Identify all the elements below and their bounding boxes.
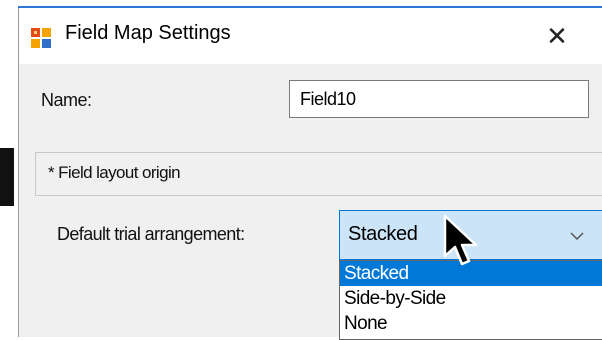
arrangement-dropdown-list: Stacked Side-by-Side None (339, 260, 602, 340)
mouse-cursor-icon (443, 214, 478, 266)
field-map-settings-dialog: Field Map Settings ✕ Name: * Field layou… (18, 8, 602, 340)
name-label: Name: (41, 90, 92, 110)
close-icon: ✕ (546, 21, 568, 51)
dropdown-option-none[interactable]: None (340, 311, 602, 336)
dropdown-option-side-by-side[interactable]: Side-by-Side (340, 286, 602, 311)
combobox-selected-value: Stacked (348, 223, 418, 245)
default-trial-arrangement-label: Default trial arrangement: (57, 224, 245, 244)
field-layout-origin-group: * Field layout origin (35, 152, 602, 196)
name-input[interactable] (289, 80, 589, 118)
title-bar[interactable]: Field Map Settings ✕ (19, 8, 602, 64)
field-layout-origin-label: * Field layout origin (48, 163, 181, 182)
close-button[interactable]: ✕ (527, 14, 587, 58)
dialog-title: Field Map Settings (65, 22, 231, 44)
chevron-down-icon[interactable] (568, 227, 586, 245)
background-glyph-fragment (0, 148, 14, 206)
field-map-app-icon (31, 28, 51, 48)
